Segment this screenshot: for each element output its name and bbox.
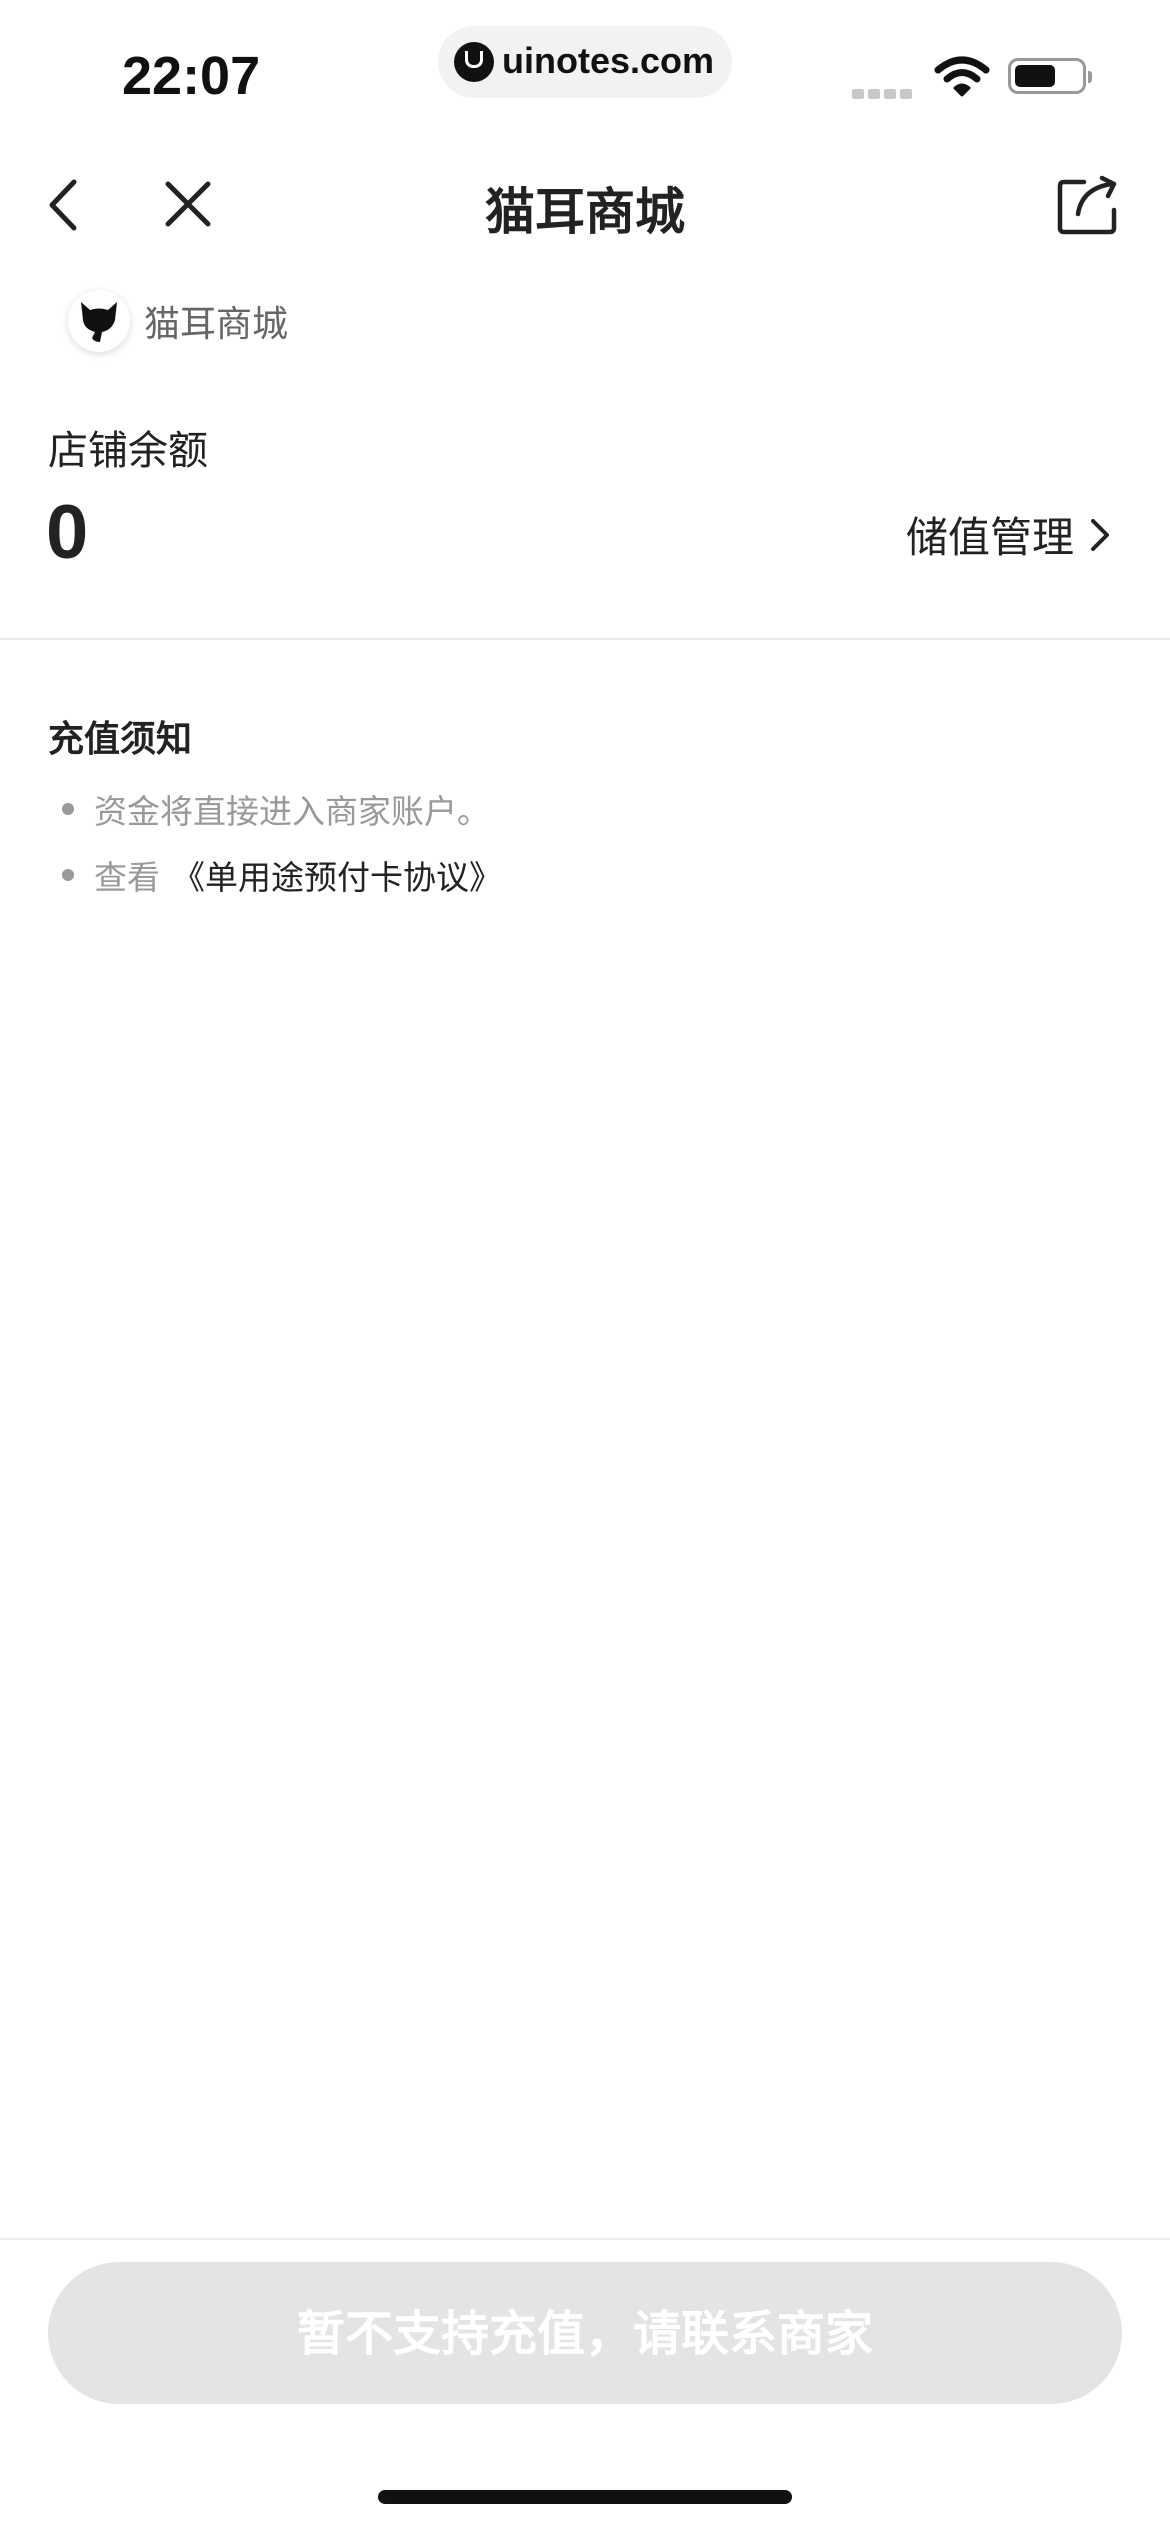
home-indicator	[378, 2490, 792, 2504]
back-icon[interactable]	[34, 170, 94, 240]
page-title: 猫耳商城	[485, 183, 685, 241]
bottom-divider	[0, 2238, 1170, 2240]
notice-list: 资金将直接进入商家账户。 查看 《单用途预付卡协议》	[62, 776, 502, 908]
notice-item-text: 资金将直接进入商家账户。	[94, 792, 490, 831]
shop-name: 猫耳商城	[144, 304, 289, 345]
url-text: uinotes.com	[502, 40, 715, 81]
share-icon[interactable]	[1054, 174, 1124, 238]
balance-label: 店铺余额	[48, 428, 208, 474]
list-item: 查看 《单用途预付卡协议》	[62, 842, 502, 908]
bullet-icon	[62, 869, 74, 881]
section-divider	[0, 638, 1170, 640]
battery-icon	[1008, 58, 1092, 94]
status-bar: 22:07 uinotes.com	[0, 0, 1170, 150]
bullet-icon	[62, 803, 74, 815]
manage-link-label: 储值管理	[905, 513, 1074, 562]
cat-logo-icon	[81, 302, 117, 342]
nav-bar: 猫耳商城	[0, 150, 1170, 260]
recharge-button[interactable]: 暂不支持充值，请联系商家	[48, 2262, 1122, 2404]
shop-row[interactable]: 猫耳商城	[68, 288, 288, 354]
notice-title: 充值须知	[48, 719, 193, 760]
wifi-icon	[934, 56, 990, 97]
chevron-right-icon	[1091, 518, 1109, 551]
cellular-signal-icon	[852, 84, 916, 99]
status-time: 22:07	[122, 46, 261, 106]
list-item: 资金将直接进入商家账户。	[62, 776, 502, 842]
site-logo-icon	[454, 42, 494, 82]
close-icon[interactable]	[158, 174, 218, 234]
notice-item-prefix: 查看	[94, 858, 160, 897]
url-pill[interactable]: uinotes.com	[438, 26, 732, 98]
shop-avatar	[68, 290, 130, 352]
balance-value: 0	[46, 490, 89, 575]
stored-value-management-link[interactable]: 储值管理	[906, 504, 1112, 565]
agreement-link[interactable]: 《单用途预付卡协议》	[172, 851, 502, 899]
